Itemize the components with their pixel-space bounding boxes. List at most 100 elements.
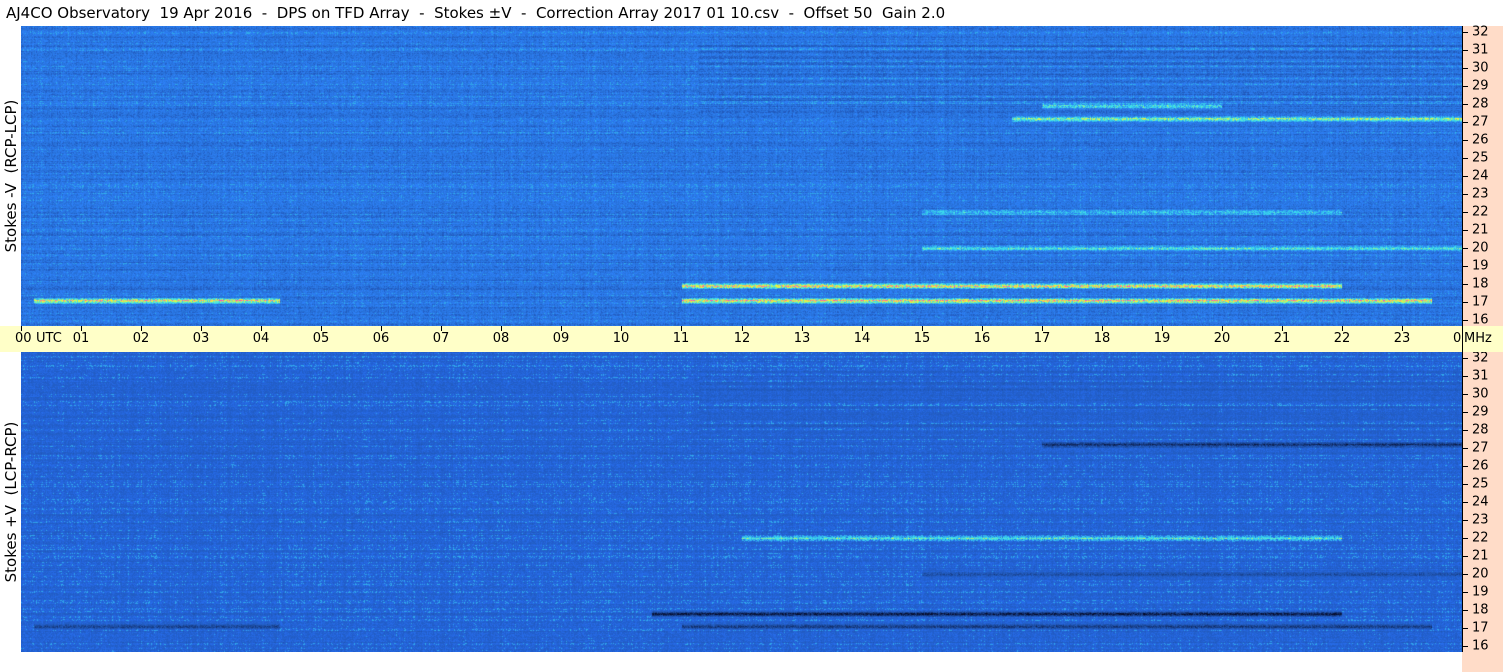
time-tick-label: 19 — [1153, 331, 1171, 346]
frequency-tick — [1463, 358, 1468, 359]
frequency-tick-label: 31 — [1472, 42, 1489, 58]
frequency-tick — [1463, 646, 1468, 647]
frequency-tick — [1463, 430, 1468, 431]
frequency-tick-label: 27 — [1472, 114, 1489, 130]
time-tick-label: 21 — [1273, 331, 1291, 346]
frequency-tick — [1463, 302, 1468, 303]
frequency-tick — [1463, 248, 1468, 249]
frequency-tick — [1463, 86, 1468, 87]
frequency-tick — [1463, 320, 1468, 321]
frequency-tick-label: 29 — [1472, 404, 1489, 420]
time-tick-label: 10 — [612, 331, 630, 346]
frequency-tick — [1463, 32, 1468, 33]
time-tick-label: 00 — [15, 331, 32, 346]
frequency-tick — [1463, 50, 1468, 51]
frequency-tick-label: 23 — [1472, 186, 1489, 202]
frequency-axis-unit: MHz — [1464, 331, 1492, 346]
frequency-tick-label: 30 — [1472, 60, 1489, 76]
bottom-panel-label: Stokes +V (LCP-RCP) — [1, 421, 20, 583]
frequency-tick-label: 30 — [1472, 386, 1489, 402]
frequency-tick-label: 21 — [1472, 548, 1489, 564]
frequency-axis-corner: MHz — [1462, 326, 1503, 352]
time-tick-label: 17 — [1033, 331, 1051, 346]
frequency-tick — [1463, 68, 1468, 69]
frequency-tick-label: 28 — [1472, 96, 1489, 112]
frequency-tick — [1463, 412, 1468, 413]
frequency-tick — [1463, 212, 1468, 213]
frequency-tick-label: 26 — [1472, 132, 1489, 148]
frequency-tick — [1463, 104, 1468, 105]
frequency-tick — [1463, 230, 1468, 231]
time-tick-label: 04 — [252, 331, 270, 346]
frequency-tick-label: 20 — [1472, 240, 1489, 256]
chart-title: AJ4CO Observatory 19 Apr 2016 - DPS on T… — [6, 4, 946, 22]
frequency-tick-label: 31 — [1472, 368, 1489, 384]
frequency-tick — [1463, 140, 1468, 141]
frequency-tick-label: 19 — [1472, 258, 1489, 274]
spectrogram-bottom-panel — [21, 352, 1463, 652]
frequency-tick-label: 22 — [1472, 204, 1489, 220]
frequency-tick — [1463, 284, 1468, 285]
frequency-tick-label: 24 — [1472, 494, 1489, 510]
frequency-tick — [1463, 194, 1468, 195]
time-tick-label: 08 — [492, 331, 510, 346]
frequency-tick — [1463, 158, 1468, 159]
frequency-tick — [1463, 610, 1468, 611]
time-tick-label: 16 — [973, 331, 991, 346]
time-tick-label: 02 — [132, 331, 150, 346]
frequency-tick — [1463, 592, 1468, 593]
frequency-tick — [1463, 448, 1468, 449]
frequency-tick-label: 24 — [1472, 168, 1489, 184]
time-tick-label: 06 — [372, 331, 390, 346]
frequency-tick — [1463, 574, 1468, 575]
time-tick-label: 18 — [1093, 331, 1111, 346]
bottom-panel-label-box: Stokes +V (LCP-RCP) — [0, 352, 21, 652]
time-tick-label: 05 — [312, 331, 330, 346]
top-panel-label-box: Stokes -V (RCP-LCP) — [0, 26, 21, 326]
frequency-tick-label: 17 — [1472, 620, 1489, 636]
frequency-tick — [1463, 556, 1468, 557]
time-tick-label: 13 — [793, 331, 811, 346]
frequency-tick-label: 18 — [1472, 276, 1489, 292]
frequency-tick — [1463, 176, 1468, 177]
time-tick-label: 20 — [1213, 331, 1231, 346]
frequency-tick — [1463, 502, 1468, 503]
frequency-tick-label: 28 — [1472, 422, 1489, 438]
frequency-tick — [1463, 394, 1468, 395]
frequency-tick-label: 22 — [1472, 530, 1489, 546]
frequency-tick — [1463, 538, 1468, 539]
time-tick-label: 14 — [853, 331, 871, 346]
frequency-tick — [1463, 520, 1468, 521]
frequency-tick-label: 16 — [1472, 638, 1489, 654]
frequency-tick-label: 17 — [1472, 294, 1489, 310]
frequency-tick — [1463, 466, 1468, 467]
frequency-tick — [1463, 376, 1468, 377]
frequency-axis-footer — [1462, 652, 1503, 672]
title-bar: AJ4CO Observatory 19 Apr 2016 - DPS on T… — [0, 0, 1462, 26]
frequency-tick-label: 32 — [1472, 24, 1489, 40]
frequency-tick-label: 20 — [1472, 566, 1489, 582]
time-tick-label: 12 — [733, 331, 751, 346]
frequency-tick-label: 25 — [1472, 476, 1489, 492]
time-tick-label: 01 — [72, 331, 90, 346]
frequency-tick-label: 21 — [1472, 222, 1489, 238]
spectrogram-top-panel — [21, 26, 1463, 326]
frequency-tick — [1463, 628, 1468, 629]
frequency-tick-label: 29 — [1472, 78, 1489, 94]
time-axis: 00 01 02 03 04 05 06 07 08 09 10 11 12 13 14 15 16 17 18 19… — [0, 326, 1470, 352]
frequency-tick-label: 16 — [1472, 312, 1489, 328]
frequency-axis-bottom: 32 31 30 29 28 27 26 25 24 23 22 21 20 19 18 17 16 — [1462, 352, 1503, 654]
frequency-tick — [1463, 266, 1468, 267]
frequency-tick-label: 23 — [1472, 512, 1489, 528]
frequency-tick-label: 25 — [1472, 150, 1489, 166]
time-tick-label: 09 — [552, 331, 570, 346]
frequency-tick-label: 27 — [1472, 440, 1489, 456]
time-tick-label: 03 — [192, 331, 210, 346]
spectrogram-bottom-canvas — [21, 352, 1462, 652]
top-panel-label: Stokes -V (RCP-LCP) — [1, 99, 20, 253]
time-tick-label: 11 — [672, 331, 690, 346]
frequency-tick — [1463, 484, 1468, 485]
spectrogram-top-canvas — [21, 26, 1462, 326]
frequency-axis-top: 32 31 30 29 28 27 26 25 24 23 22 21 20 19 18 17 16 — [1462, 24, 1503, 328]
time-axis-unit: UTC — [36, 331, 62, 346]
